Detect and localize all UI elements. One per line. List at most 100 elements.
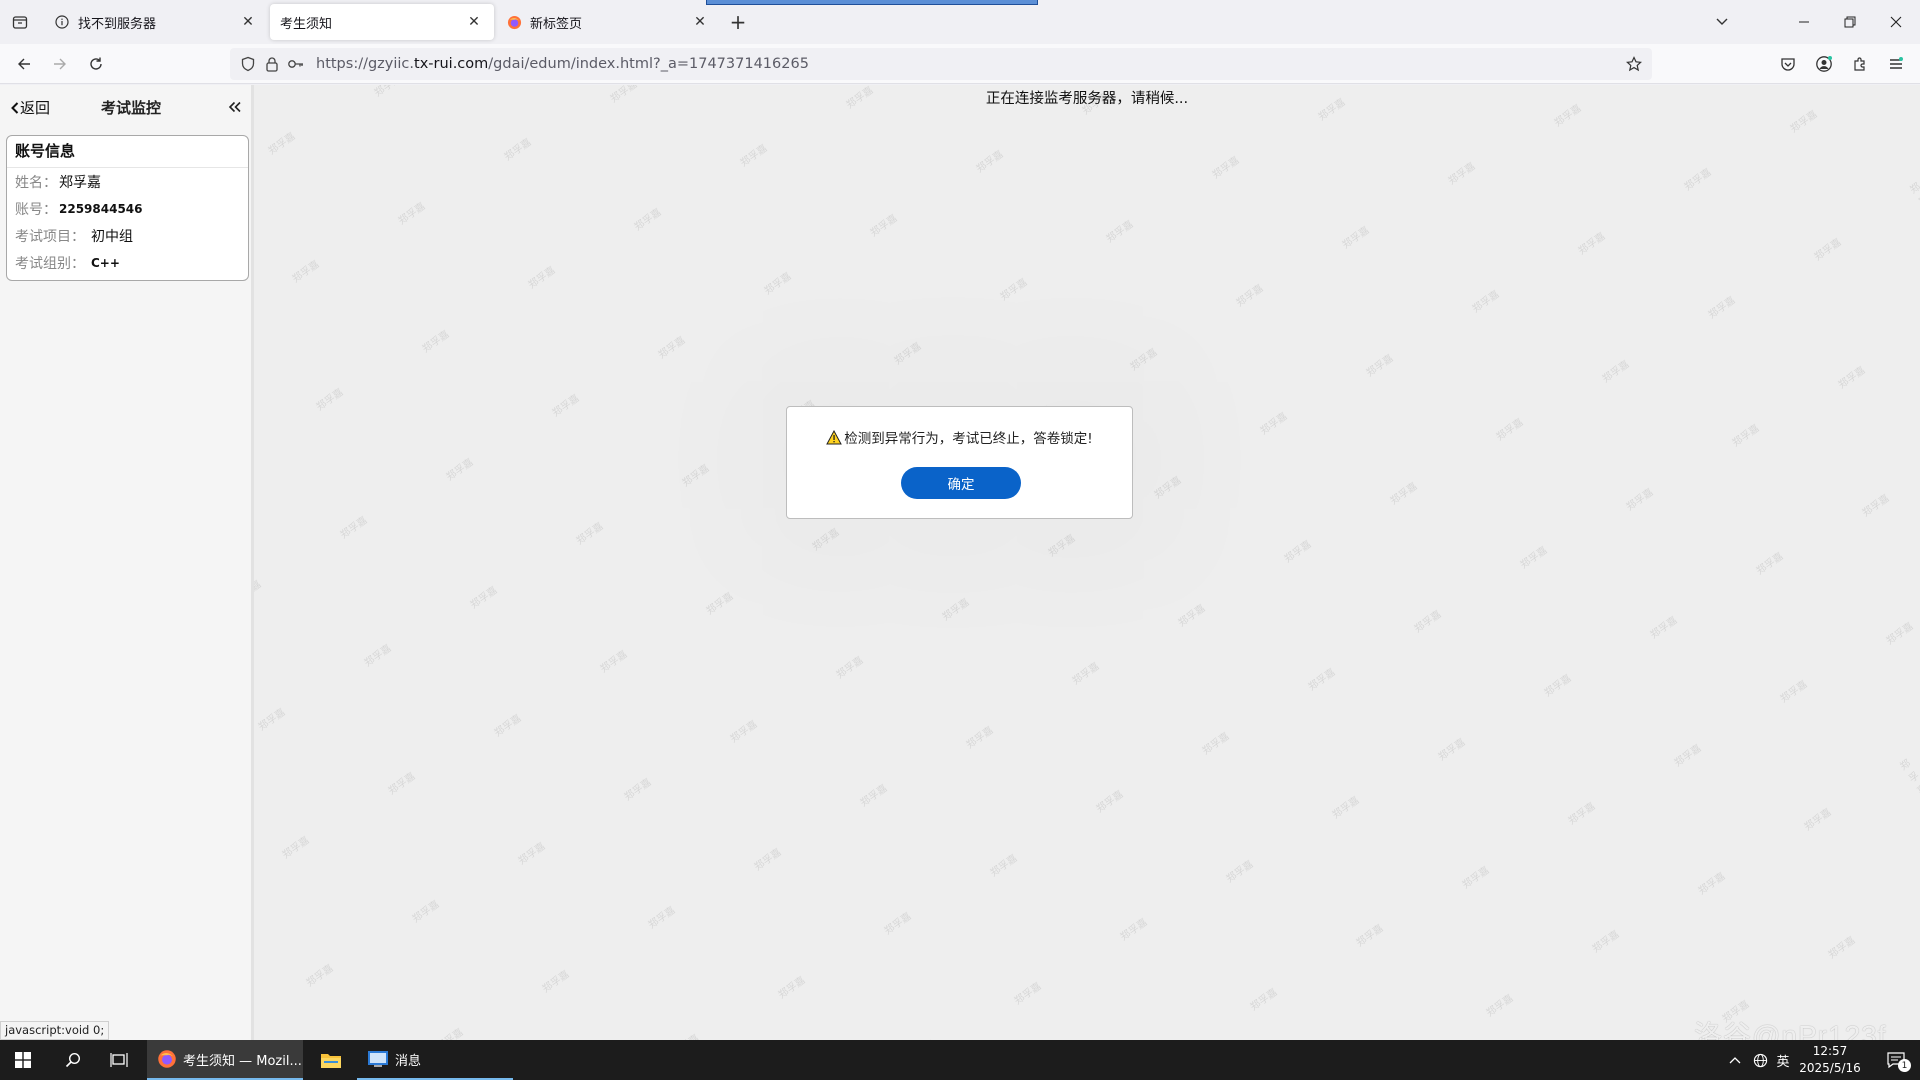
watermark-text: 郑孚嘉 [1224,859,1256,886]
show-hidden-icons-button[interactable] [1722,1040,1748,1080]
watermark-text: 郑孚嘉 [882,911,914,938]
close-icon[interactable]: ✕ [464,12,484,32]
tab-new-tab[interactable]: 新标签页 ✕ [496,4,720,40]
exam-monitor-sidebar: 返回 考试监控 账号信息 姓名： 郑孚嘉 账号： 2259844546 考试项目… [0,85,254,1040]
confirm-button[interactable]: 确定 [901,467,1021,499]
tab-strip: 找不到服务器 ✕ 考生须知 ✕ 新标签页 ✕ + [0,0,1920,44]
field-value: 2259844546 [59,201,143,216]
watermark-text: 郑孚嘉 [998,277,1030,304]
tab-title: 新标签页 [530,16,583,32]
navigation-toolbar: https://gzyiic.tx-rui.com/gdai/edum/inde… [0,44,1920,84]
watermark-text: 郑孚嘉 [410,899,442,926]
tab-exam-notice[interactable]: 考生须知 ✕ [270,4,494,40]
forward-button[interactable] [46,50,74,78]
taskbar-app-file-explorer[interactable] [308,1040,354,1080]
page-content: 郑孚嘉 郑孚嘉 郑孚嘉 郑孚嘉 郑孚嘉 郑孚嘉 郑孚嘉 郑孚嘉 郑孚嘉 郑孚嘉 郑孚嘉 郑孚嘉 郑孚嘉郑… [0,85,1920,1040]
watermark-text: 郑孚嘉 [1354,923,1386,950]
info-icon [54,14,70,30]
taskbar: 考生须知 — Mozil... 消息 英 12:57 2025/5/16 1 [0,1040,1920,1080]
watermark-text: 郑孚嘉 [632,207,664,234]
warning-icon [826,429,843,445]
taskbar-app-firefox[interactable]: 考生须知 — Mozil... [147,1040,303,1080]
watermark-text: 郑孚嘉 [762,271,794,298]
url-text[interactable]: https://gzyiic.tx-rui.com/gdai/edum/inde… [316,56,809,72]
pocket-icon[interactable] [1774,50,1802,78]
lock-icon[interactable] [260,52,284,76]
close-icon[interactable]: ✕ [238,12,258,32]
close-icon[interactable]: ✕ [690,12,710,32]
list-all-tabs-button[interactable] [8,10,32,34]
watermark-text: 郑孚嘉 [256,707,288,734]
reload-button[interactable] [82,50,110,78]
watermark-text: 郑孚嘉 [526,265,558,292]
watermark-text: 郑孚嘉 [280,835,312,862]
key-icon[interactable] [284,52,308,76]
tab-title: 找不到服务器 [78,16,157,32]
account-icon[interactable] [1810,50,1838,78]
tracking-protection-shield-icon[interactable] [236,52,260,76]
search-icon [65,1052,81,1068]
watermark-text: 郑孚嘉 [1648,615,1680,642]
extensions-puzzle-icon[interactable] [1846,50,1874,78]
address-bar[interactable]: https://gzyiic.tx-rui.com/gdai/edum/inde… [230,48,1652,80]
watermark-text: 郑孚嘉 [940,597,972,624]
watermark-text: 郑孚嘉 [420,329,452,356]
network-globe-icon[interactable] [1748,1040,1772,1080]
notification-icon: 1 [1887,1052,1911,1072]
double-chevron-left-icon [228,101,241,113]
drag-indicator [706,0,1038,5]
watermark-text: 郑孚嘉 [1176,603,1208,630]
menu-icon[interactable] [1882,50,1910,78]
watermark-text: 郑孚嘉 [646,905,678,932]
minimize-button[interactable] [1790,8,1818,36]
search-button[interactable] [50,1040,96,1080]
alert-message: 检测到异常行为，考试已终止，答卷锁定! [787,427,1132,447]
collapse-sidebar-button[interactable] [225,98,245,116]
watermark-text: 郑孚嘉 [1248,987,1280,1014]
firefox-icon [506,14,522,30]
watermark-text: 郑孚嘉 [988,853,1020,880]
restore-button[interactable] [1836,8,1864,36]
info-row-name: 姓名： 郑孚嘉 [7,168,248,195]
back-button[interactable] [10,50,38,78]
watermark-text: 郑孚嘉 [1306,667,1338,694]
watermark-text: 郑孚嘉 [1046,533,1078,560]
watermark-text: 郑孚嘉 [1484,993,1516,1020]
bookmark-star-icon[interactable] [1622,52,1646,76]
account-info-card: 账号信息 姓名： 郑孚嘉 账号： 2259844546 考试项目： 初中组 考试… [6,135,249,281]
field-label: 账号： [15,201,57,218]
watermark-text: 郑孚嘉 [432,1024,466,1040]
watermark-text: 郑孚嘉 [1234,283,1266,310]
taskbar-app-messages[interactable]: 消息 [357,1040,513,1080]
watermark-text: 郑孚嘉 [974,149,1006,176]
task-view-button[interactable] [96,1040,142,1080]
watermark-text: 郑孚嘉 [550,393,582,420]
alert-dialog: 检测到异常行为，考试已终止，答卷锁定! 确定 [786,406,1133,519]
watermark-text: 郑孚嘉 [1104,219,1136,246]
watermark-text: 郑孚嘉 [752,847,784,874]
watermark-text: 郑孚嘉 [1494,417,1526,444]
watermark-text: 郑孚嘉 [964,725,996,752]
watermark-text: 郑孚嘉 [1754,551,1786,578]
watermark-text: 郑孚嘉 [1682,167,1714,194]
start-button[interactable] [0,1040,46,1080]
url-domain: tx-rui.com [414,56,489,72]
watermark-text: 郑孚嘉 [304,963,336,990]
watermark-text: 郑孚嘉 [738,143,770,170]
watermark-text: 郑孚嘉 [1624,487,1656,514]
field-label: 考试项目： [15,228,85,245]
watermark-text: 郑孚嘉 [810,527,842,554]
action-center-button[interactable]: 1 [1872,1040,1920,1080]
tab-server-not-found[interactable]: 找不到服务器 ✕ [44,4,268,40]
watermark-text: 郑孚嘉 [516,841,548,868]
watermark-text: 郑孚嘉 [598,649,630,676]
close-window-button[interactable] [1882,8,1910,36]
new-tab-button[interactable]: + [726,10,750,34]
notification-count-badge: 1 [1898,1059,1911,1072]
watermark-text: 郑孚嘉 [1518,545,1550,572]
task-view-icon [110,1053,128,1067]
watermark-text: 郑孚嘉 [858,783,890,810]
taskbar-app-label: 消息 [395,1053,422,1069]
tab-overflow-chevron-icon[interactable] [1708,8,1736,36]
taskbar-clock[interactable]: 12:57 2025/5/16 [1790,1043,1870,1077]
